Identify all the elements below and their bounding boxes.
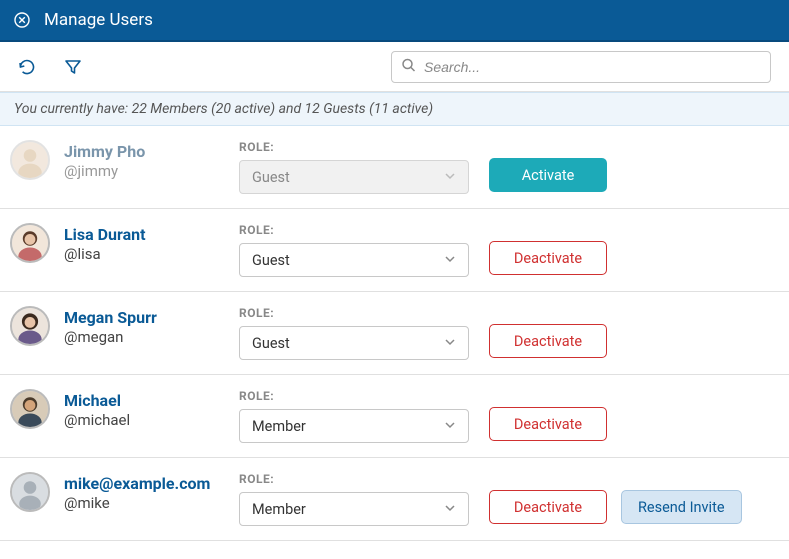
role-value: Guest bbox=[252, 169, 290, 186]
role-value: Member bbox=[252, 418, 306, 435]
resend-invite-button[interactable]: Resend Invite bbox=[621, 490, 742, 524]
chevron-down-icon bbox=[444, 252, 456, 269]
avatar[interactable] bbox=[10, 306, 50, 346]
user-row: Jimmy Pho @jimmy ROLE: Guest Activate bbox=[0, 126, 789, 209]
user-handle: @michael bbox=[64, 411, 239, 431]
user-handle: @mike bbox=[64, 494, 239, 514]
refresh-icon[interactable] bbox=[18, 58, 36, 76]
role-block: ROLE: Guest bbox=[239, 306, 479, 360]
user-list: Jimmy Pho @jimmy ROLE: Guest Activate Li… bbox=[0, 126, 789, 541]
user-name[interactable]: Michael bbox=[64, 391, 239, 411]
role-value: Guest bbox=[252, 335, 290, 352]
user-row: Megan Spurr @megan ROLE: Guest Deactivat… bbox=[0, 292, 789, 375]
user-info: Megan Spurr @megan bbox=[64, 306, 239, 348]
chevron-down-icon bbox=[444, 418, 456, 435]
user-handle: @lisa bbox=[64, 245, 239, 265]
role-block: ROLE: Guest bbox=[239, 223, 479, 277]
user-name[interactable]: mike@example.com bbox=[64, 474, 239, 494]
user-handle: @megan bbox=[64, 328, 239, 348]
user-name[interactable]: Lisa Durant bbox=[64, 225, 239, 245]
avatar[interactable] bbox=[10, 389, 50, 429]
summary-banner: You currently have: 22 Members (20 activ… bbox=[0, 92, 789, 126]
role-select[interactable]: Guest bbox=[239, 243, 469, 277]
user-row: Lisa Durant @lisa ROLE: Guest Deactivate bbox=[0, 209, 789, 292]
activate-button[interactable]: Activate bbox=[489, 158, 607, 192]
role-block: ROLE: Member bbox=[239, 472, 479, 526]
action-block: Deactivate bbox=[489, 223, 607, 275]
action-block: Deactivate bbox=[489, 306, 607, 358]
user-handle: @jimmy bbox=[64, 162, 239, 182]
titlebar: Manage Users bbox=[0, 0, 789, 42]
summary-text: You currently have: 22 Members (20 activ… bbox=[14, 101, 433, 117]
role-label: ROLE: bbox=[239, 306, 479, 320]
toolbar bbox=[0, 42, 789, 92]
role-label: ROLE: bbox=[239, 389, 479, 403]
user-info: mike@example.com @mike bbox=[64, 472, 239, 514]
search-input[interactable] bbox=[391, 51, 771, 83]
action-block: Deactivate bbox=[489, 389, 607, 441]
filter-icon[interactable] bbox=[64, 58, 82, 76]
avatar[interactable] bbox=[10, 223, 50, 263]
role-label: ROLE: bbox=[239, 223, 479, 237]
role-label: ROLE: bbox=[239, 472, 479, 486]
role-value: Member bbox=[252, 501, 306, 518]
page-title: Manage Users bbox=[44, 10, 153, 30]
role-select: Guest bbox=[239, 160, 469, 194]
role-block: ROLE: Guest bbox=[239, 140, 479, 194]
role-select[interactable]: Member bbox=[239, 409, 469, 443]
chevron-down-icon bbox=[444, 335, 456, 352]
user-name[interactable]: Megan Spurr bbox=[64, 308, 239, 328]
deactivate-button[interactable]: Deactivate bbox=[489, 241, 607, 275]
user-info: Jimmy Pho @jimmy bbox=[64, 140, 239, 182]
user-row: Michael @michael ROLE: Member Deactivate bbox=[0, 375, 789, 458]
action-block: Deactivate Resend Invite bbox=[489, 472, 742, 524]
action-block: Activate bbox=[489, 140, 607, 192]
user-info: Michael @michael bbox=[64, 389, 239, 431]
close-icon[interactable] bbox=[14, 12, 30, 28]
avatar[interactable] bbox=[10, 472, 50, 512]
user-row: mike@example.com @mike ROLE: Member Deac… bbox=[0, 458, 789, 541]
user-name[interactable]: Jimmy Pho bbox=[64, 142, 239, 162]
avatar[interactable] bbox=[10, 140, 50, 180]
search-wrap bbox=[391, 51, 771, 83]
role-select[interactable]: Guest bbox=[239, 326, 469, 360]
role-label: ROLE: bbox=[239, 140, 479, 154]
role-value: Guest bbox=[252, 252, 290, 269]
role-select[interactable]: Member bbox=[239, 492, 469, 526]
user-info: Lisa Durant @lisa bbox=[64, 223, 239, 265]
deactivate-button[interactable]: Deactivate bbox=[489, 490, 607, 524]
deactivate-button[interactable]: Deactivate bbox=[489, 324, 607, 358]
deactivate-button[interactable]: Deactivate bbox=[489, 407, 607, 441]
chevron-down-icon bbox=[444, 501, 456, 518]
role-block: ROLE: Member bbox=[239, 389, 479, 443]
chevron-down-icon bbox=[444, 169, 456, 186]
